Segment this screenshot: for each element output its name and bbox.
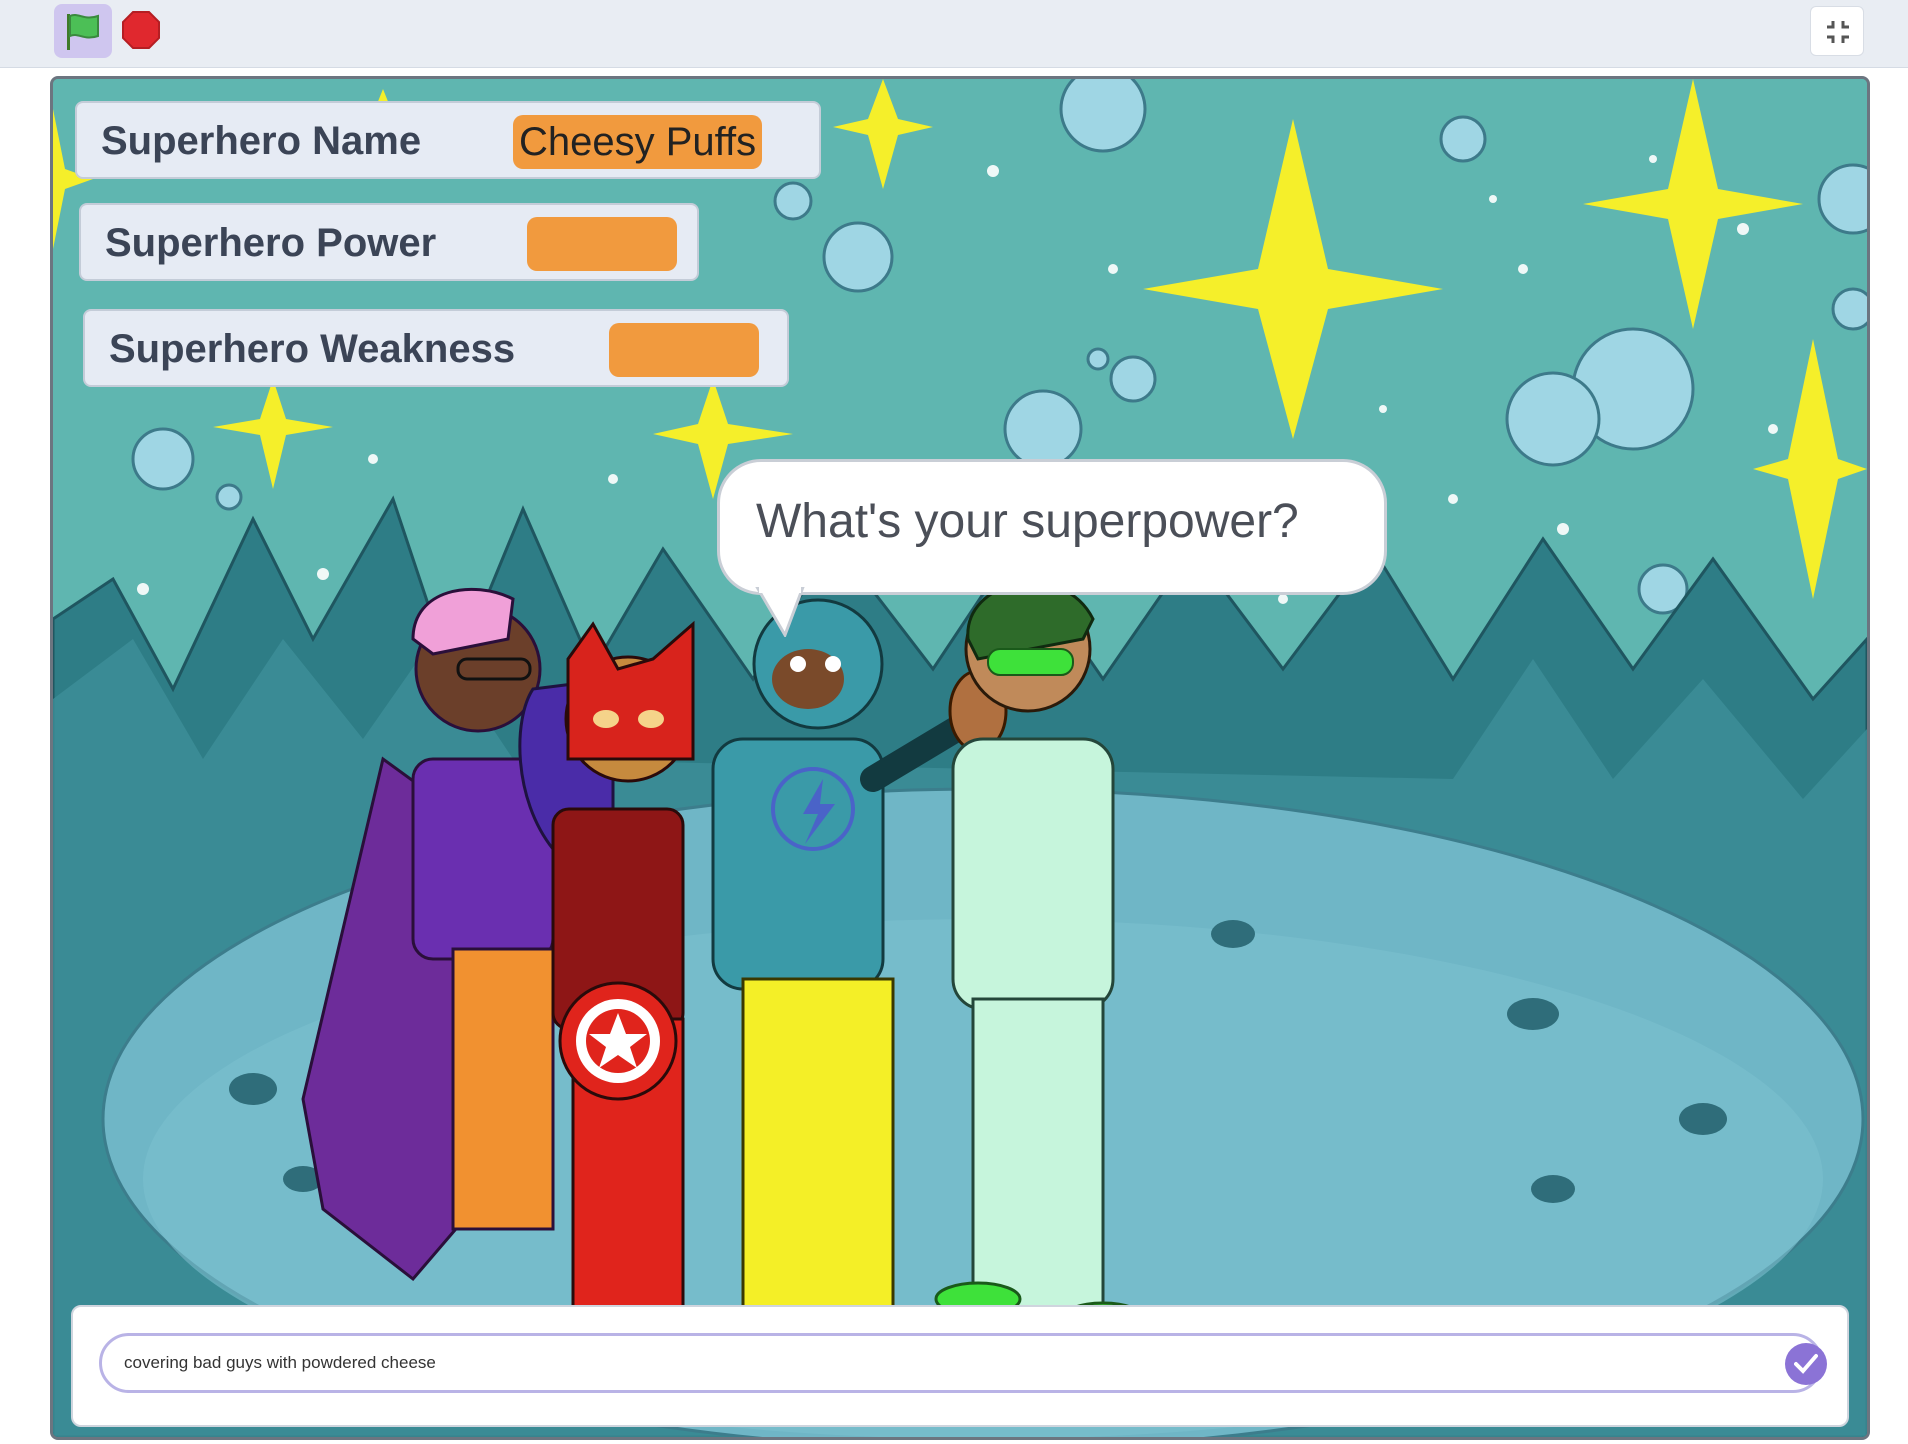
speech-bubble-text: What's your superpower? <box>756 495 1299 548</box>
stage-backdrop <box>53 79 1867 1437</box>
green-flag-button[interactable] <box>54 4 112 58</box>
monitor-superhero-name: Superhero Name Cheesy Puffs <box>75 101 821 179</box>
exit-fullscreen-icon <box>1827 21 1849 43</box>
stage[interactable]: Superhero Name Cheesy Puffs Superhero Po… <box>50 76 1870 1440</box>
green-flag-icon <box>67 14 99 50</box>
stage-toolbar <box>0 0 1908 68</box>
monitor-label: Superhero Weakness <box>109 327 516 371</box>
speech-bubble: What's your superpower? <box>717 459 1387 595</box>
monitor-value: Cheesy Puffs <box>513 115 763 169</box>
monitor-value <box>527 217 677 271</box>
speech-bubble-tail <box>755 587 805 637</box>
submit-answer-button[interactable] <box>1785 1343 1827 1385</box>
exit-fullscreen-button[interactable] <box>1810 6 1864 56</box>
monitor-label: Superhero Name <box>101 119 422 163</box>
monitor-label: Superhero Power <box>105 221 437 265</box>
answer-input[interactable] <box>99 1333 1823 1393</box>
ask-prompt-panel <box>71 1305 1849 1427</box>
monitor-superhero-power: Superhero Power <box>79 203 699 281</box>
monitor-value <box>609 323 759 377</box>
stop-button[interactable] <box>122 11 160 49</box>
monitor-superhero-weakness: Superhero Weakness <box>83 309 789 387</box>
check-icon <box>1794 1354 1818 1374</box>
